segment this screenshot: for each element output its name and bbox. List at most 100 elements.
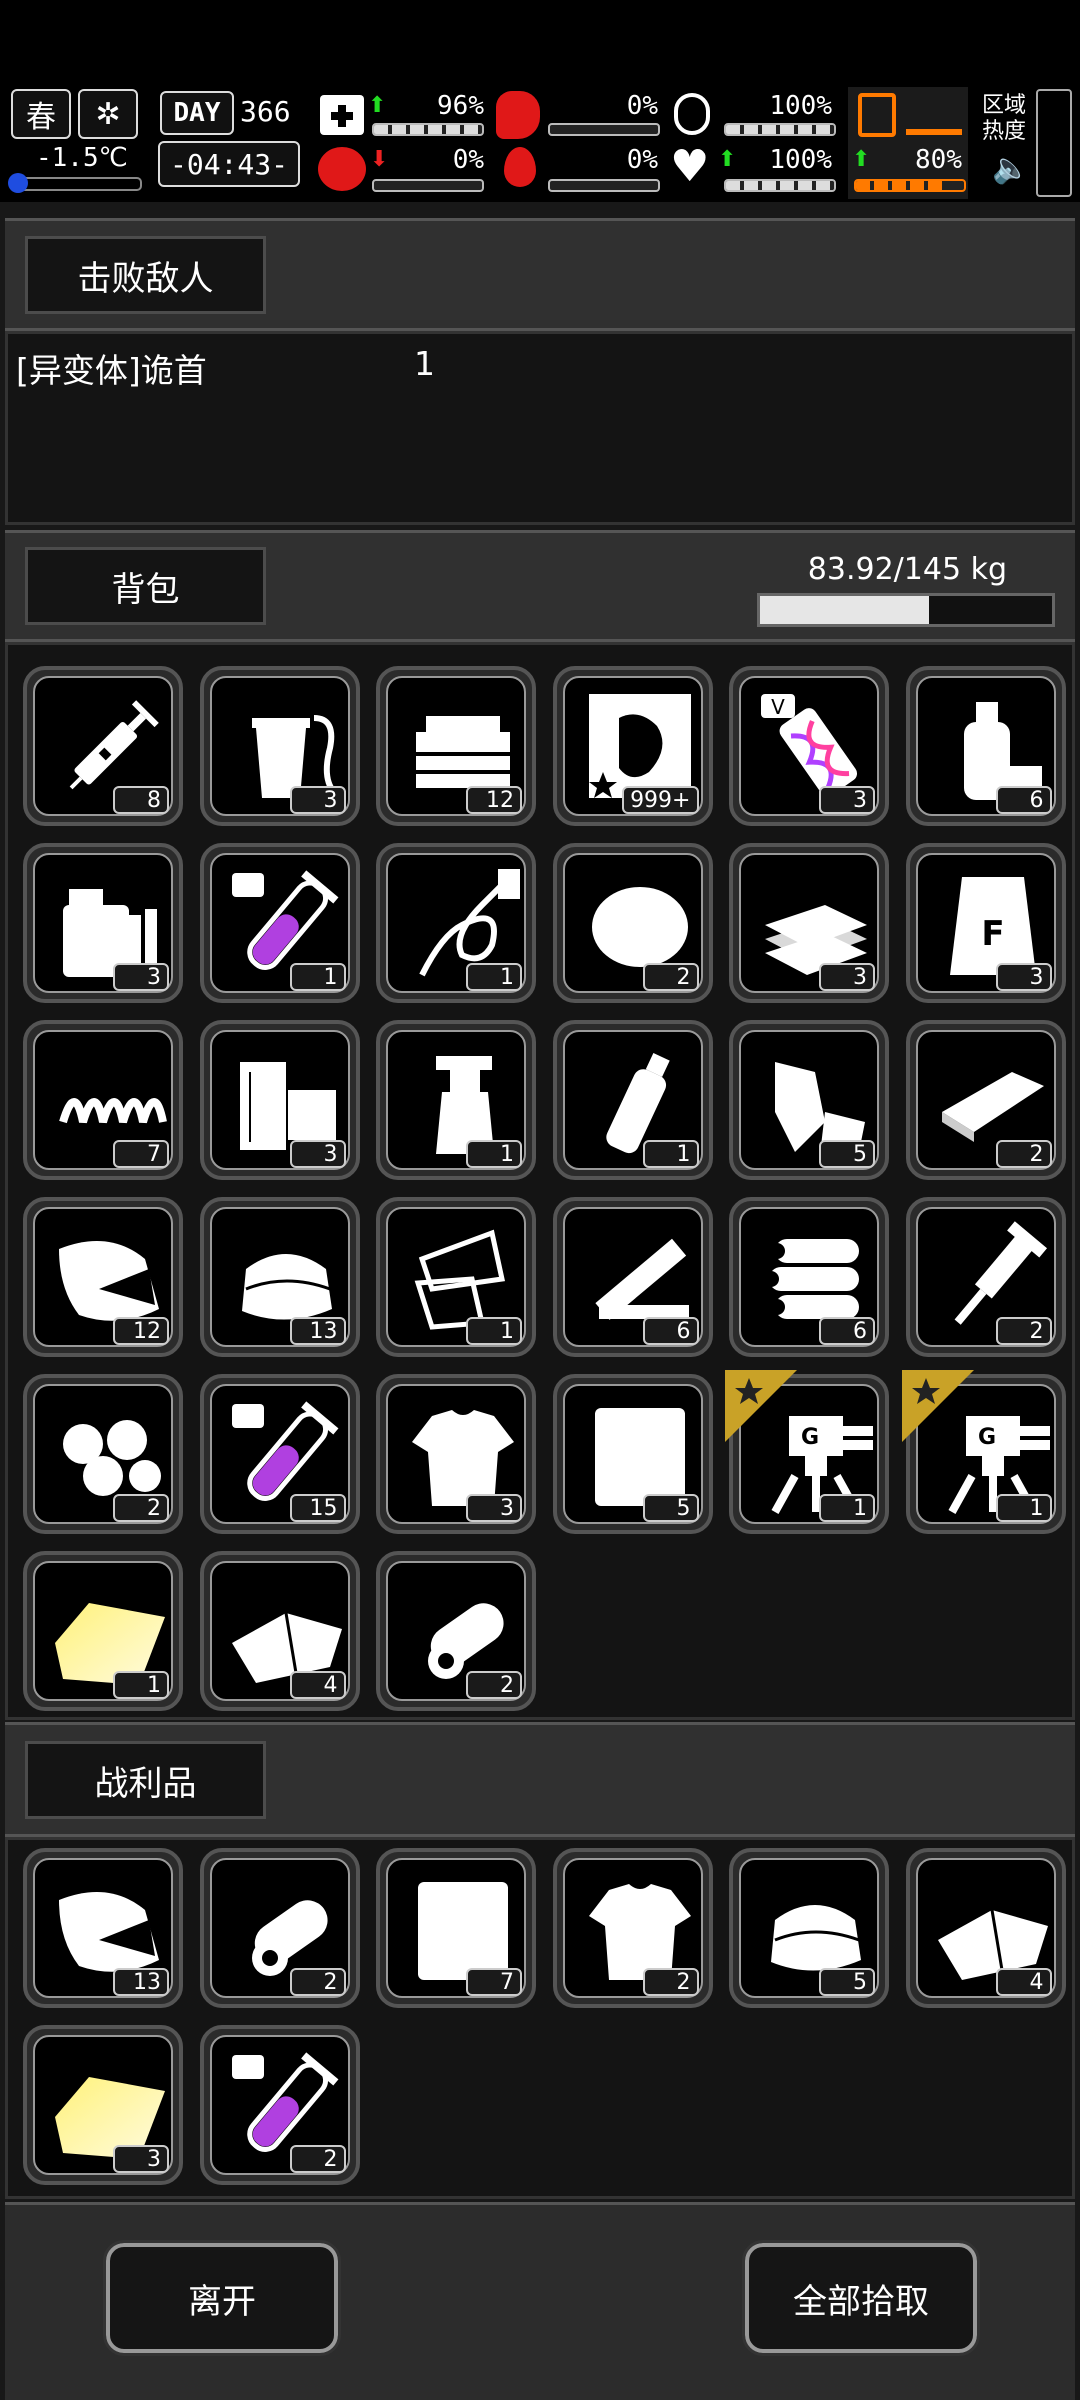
backpack-item-slot[interactable]: 6 <box>552 1197 713 1357</box>
hunger-value: 0% <box>626 91 658 121</box>
item-count: 3 <box>113 963 169 991</box>
backpack-item-slot[interactable]: 999+ <box>552 666 713 826</box>
backpack-item-slot[interactable]: 5 <box>552 1374 713 1534</box>
clock-box: -04:43- <box>158 141 300 187</box>
backpack-item-slot[interactable]: 6 <box>729 1197 889 1357</box>
speaker-icon[interactable]: 🔈 <box>992 151 1029 186</box>
item-count: 1 <box>113 1671 169 1699</box>
backpack-item-slot[interactable]: 3 <box>729 843 889 1003</box>
mood-value: 100% <box>769 145 832 175</box>
boot-status-line <box>906 129 962 135</box>
backpack-item-slot[interactable]: 13 <box>199 1197 360 1357</box>
backpack-item-slot[interactable]: 1 <box>552 1020 713 1180</box>
backpack-item-slot[interactable]: 3 <box>199 666 360 826</box>
backpack-item-slot[interactable]: 12 <box>376 666 536 826</box>
item-count: 6 <box>819 1317 875 1345</box>
backpack-item-slot[interactable]: V 3 <box>729 666 889 826</box>
medkit-icon <box>320 95 364 135</box>
backpack-item-slot[interactable]: 3 <box>199 1020 360 1180</box>
backpack-item-slot[interactable]: F 3 <box>905 843 1066 1003</box>
backpack-item-slot[interactable]: 5 <box>729 1020 889 1180</box>
backpack-tab[interactable]: 背包 <box>25 547 266 625</box>
leave-button[interactable]: 离开 <box>103 2240 341 2356</box>
status-hud: 春 ✲ -1.5℃ DAY 366 -04:43- ⬆ 96% ⬇ 0% 0% … <box>0 85 1080 202</box>
backpack-item-slot[interactable]: 1 <box>376 843 536 1003</box>
season-indicator: 春 <box>11 89 71 139</box>
backpack-item-slot[interactable]: 1 <box>376 1197 536 1357</box>
temperature-marker-icon <box>8 173 28 193</box>
item-count: 3 <box>466 1494 522 1522</box>
backpack-weight-bar <box>757 593 1055 627</box>
item-count: 2 <box>642 963 699 991</box>
hunger-bar <box>548 123 660 136</box>
loot-item-slot[interactable]: 2 <box>552 1848 713 2008</box>
backpack-item-slot[interactable]: 2 <box>376 1551 536 1711</box>
boot-bar <box>854 179 966 192</box>
loot-item-slot[interactable]: 7 <box>376 1848 536 2008</box>
backpack-item-slot[interactable]: G 1 <box>725 1370 889 1534</box>
backpack-item-slot[interactable]: 4 <box>199 1551 360 1711</box>
item-count: 12 <box>466 786 522 814</box>
loot-item-slot[interactable]: 5 <box>729 1848 889 2008</box>
capsule-icon <box>674 93 710 135</box>
backpack-item-slot[interactable]: 7 <box>23 1020 183 1180</box>
backpack-item-slot[interactable]: 1 <box>376 1020 536 1180</box>
backpack-item-slot[interactable]: 2 <box>23 1374 183 1534</box>
backpack-item-slot[interactable]: 2 <box>552 843 713 1003</box>
item-count: 1 <box>466 963 522 991</box>
backpack-item-slot[interactable]: 1 <box>23 1551 183 1711</box>
item-count: 2 <box>995 1140 1052 1168</box>
item-count: 2 <box>995 1317 1052 1345</box>
backpack-item-slot[interactable]: 6 <box>905 666 1066 826</box>
backpack-item-slot[interactable]: 8 <box>23 666 183 826</box>
loot-tab[interactable]: 战利品 <box>25 1741 266 1819</box>
loot-item-slot[interactable]: 2 <box>199 2025 360 2185</box>
svg-text:V: V <box>771 695 785 719</box>
loot-item-slot[interactable]: 3 <box>23 2025 183 2185</box>
season-label: 春 <box>26 100 56 135</box>
item-count: 5 <box>819 1968 875 1996</box>
backpack-item-slot[interactable]: 2 <box>905 1020 1066 1180</box>
backpack-item-slot[interactable]: 1 <box>199 843 360 1003</box>
item-count: 12 <box>113 1317 169 1345</box>
defeated-tab[interactable]: 击败敌人 <box>25 236 266 314</box>
stomach-icon <box>496 91 540 139</box>
item-count: 5 <box>819 1140 875 1168</box>
item-count: 4 <box>289 1671 346 1699</box>
item-count: 1 <box>466 1140 522 1168</box>
loot-item-slot[interactable]: 13 <box>23 1848 183 2008</box>
backpack-item-grid[interactable]: 8 3 12 999+ V 3 6 3 1 1 2 3 F 3 7 3 1 1 … <box>5 642 1075 1720</box>
item-count: 3 <box>113 2145 169 2173</box>
item-count: 5 <box>642 1494 699 1522</box>
stamina-bar <box>724 123 836 136</box>
day-label: DAY <box>173 98 221 128</box>
item-count: 2 <box>289 2145 346 2173</box>
item-count: 8 <box>113 786 169 814</box>
loot-item-grid[interactable]: 13 2 7 2 5 4 3 2 <box>5 1837 1075 2199</box>
health-value: 96% <box>437 91 484 121</box>
backpack-item-slot[interactable]: 12 <box>23 1197 183 1357</box>
mind-bar <box>372 179 484 192</box>
loot-item-slot[interactable]: 4 <box>905 1848 1066 2008</box>
temperature-gauge <box>8 173 142 193</box>
item-count: 1 <box>642 1140 699 1168</box>
backpack-item-slot[interactable]: 3 <box>376 1374 536 1534</box>
item-count: 2 <box>289 1968 346 1996</box>
health-bar <box>372 123 484 136</box>
svg-text:F: F <box>981 914 1004 954</box>
item-count: 1 <box>289 963 346 991</box>
item-count: 3 <box>819 786 875 814</box>
area-heat-label: 区域 热度 <box>982 93 1027 144</box>
take-all-button[interactable]: 全部拾取 <box>742 2240 980 2356</box>
backpack-item-slot[interactable]: 2 <box>905 1197 1066 1357</box>
backpack-item-slot[interactable]: G 1 <box>901 1370 1066 1534</box>
backpack-item-slot[interactable]: 15 <box>199 1374 360 1534</box>
defeated-enemy-list: [异变体]诡首 1 <box>5 331 1075 525</box>
item-count: 13 <box>289 1317 346 1345</box>
loot-item-slot[interactable]: 2 <box>199 1848 360 2008</box>
area-heat-gauge <box>1036 89 1072 197</box>
backpack-item-slot[interactable]: 3 <box>23 843 183 1003</box>
mind-value: 0% <box>452 145 484 175</box>
brain-icon <box>318 147 366 191</box>
item-count: 6 <box>995 786 1052 814</box>
